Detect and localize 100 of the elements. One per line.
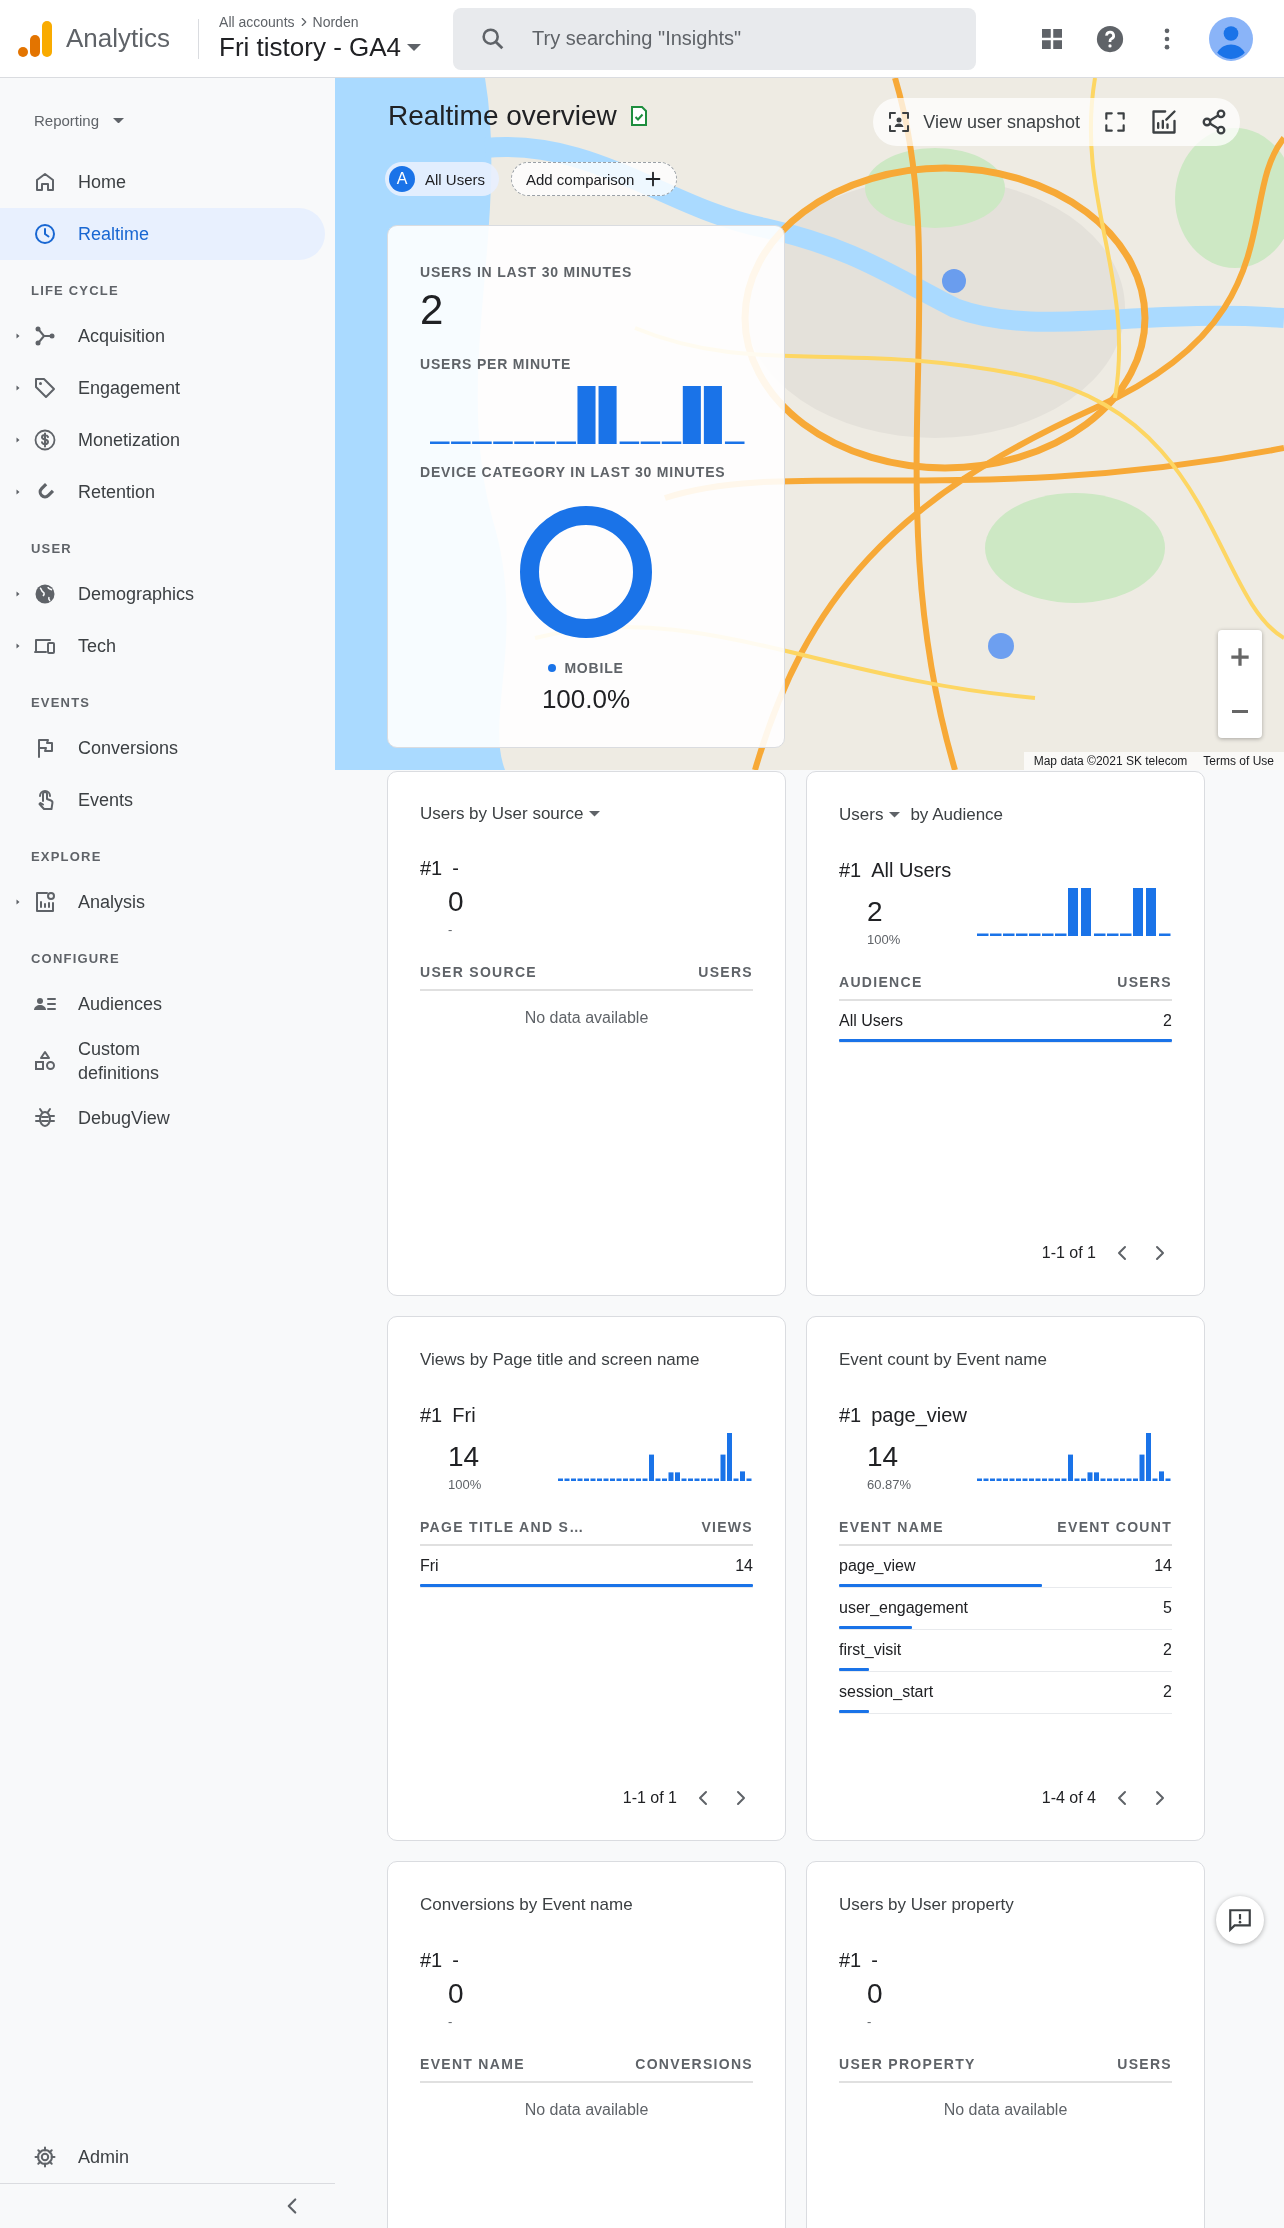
branch-icon — [33, 324, 57, 348]
top-share: - — [448, 2014, 454, 2030]
table-cell: page_view — [839, 1556, 916, 1576]
reporting-dropdown[interactable]: Reporting — [34, 112, 335, 129]
product-name: Analytics — [66, 23, 171, 54]
chart-bar — [1146, 888, 1156, 936]
property-selector[interactable]: Fri tistory - GA4 — [219, 32, 422, 63]
column-header: CONVERSIONS — [635, 2056, 753, 2072]
nav-item[interactable]: Tech — [0, 620, 325, 672]
table-cell: first_visit — [839, 1640, 902, 1660]
rank-label: #1 — [420, 1403, 443, 1427]
nav-item[interactable]: Admin — [0, 2131, 325, 2183]
pagination-label: 1-1 of 1 — [622, 1789, 677, 1807]
card-title: Users by User property — [839, 1894, 1014, 1916]
table-cell: 2 — [1163, 1640, 1172, 1660]
minus-icon — [1232, 709, 1248, 713]
tag-icon — [33, 376, 57, 400]
add-comparison-button[interactable]: Add comparison — [511, 162, 678, 196]
table-cell: 5 — [1163, 1598, 1172, 1618]
section-heading: EVENTS — [30, 694, 92, 712]
nav-item[interactable]: DebugView — [0, 1092, 325, 1144]
column-header: USER PROPERTY — [839, 2056, 976, 2072]
nav-item[interactable]: Retention — [0, 466, 325, 518]
nav-item[interactable]: Audiences — [0, 978, 325, 1030]
top-share: 100% — [448, 1477, 482, 1493]
page-title: Realtime overview — [388, 100, 617, 132]
edit-chart-icon[interactable] — [1150, 108, 1178, 136]
feedback-button[interactable] — [1216, 1896, 1264, 1944]
table-cell: 2 — [1163, 1682, 1172, 1702]
section-heading: CONFIGURE — [30, 950, 121, 968]
card-title: by Audience — [910, 804, 1004, 826]
share-icon[interactable] — [1200, 108, 1228, 136]
metric-dropdown[interactable]: Users by User source — [420, 804, 601, 824]
section-heading: LIFE CYCLE — [30, 282, 120, 300]
table-cell: 14 — [735, 1556, 753, 1576]
column-header: EVENT NAME — [839, 1519, 944, 1535]
column-header: PAGE TITLE AND S… — [420, 1519, 585, 1535]
top-share: 100% — [867, 932, 901, 948]
column-header: EVENT COUNT — [1057, 1519, 1172, 1535]
help-icon[interactable] — [1095, 23, 1125, 54]
top-value: 0 — [448, 886, 464, 918]
table-cell: session_start — [839, 1682, 934, 1702]
section-heading: EXPLORE — [30, 848, 103, 866]
metric-dropdown[interactable]: Users — [839, 805, 901, 825]
rank-label: #1 — [839, 1403, 862, 1427]
card-title: Event count by Event name — [839, 1349, 1047, 1371]
shapes-icon — [33, 1049, 57, 1073]
snapshot-button[interactable]: View user snapshot — [887, 110, 1080, 134]
segment-chip[interactable]: A All Users — [385, 162, 499, 196]
breadcrumb-link[interactable]: Norden — [312, 14, 359, 30]
avatar-icon[interactable] — [1209, 16, 1253, 61]
caret-icon — [889, 812, 901, 818]
table-cell: Fri — [420, 1556, 439, 1576]
metric-label: USERS PER MINUTE — [420, 355, 573, 374]
nav-item[interactable]: Conversions — [0, 722, 325, 774]
terms-link[interactable]: Terms of Use — [1203, 754, 1274, 768]
nav-item[interactable]: Realtime — [0, 208, 325, 260]
top-value: 14 — [448, 1441, 481, 1473]
metric-label: USERS IN LAST 30 MINUTES — [420, 263, 634, 282]
fullscreen-icon[interactable] — [1102, 109, 1128, 135]
nav-item[interactable]: Engagement — [0, 362, 325, 414]
feedback-icon — [1227, 1907, 1253, 1933]
top-share: - — [867, 2014, 873, 2030]
metric-label: DEVICE CATEGORY IN LAST 30 MINUTES — [420, 463, 727, 482]
nav-item[interactable]: Custom definitions — [0, 1030, 325, 1092]
nav-item[interactable]: Demographics — [0, 568, 325, 620]
top-item: - — [871, 1948, 878, 1972]
nav-item[interactable]: Acquisition — [0, 310, 325, 362]
home-icon — [33, 170, 57, 194]
chart-bar — [1159, 933, 1171, 936]
nav-item[interactable]: Home — [0, 156, 325, 208]
top-item: Fri — [452, 1403, 476, 1427]
card-title: Views by Page title and screen name — [420, 1349, 700, 1371]
nav-item[interactable]: Analysis — [0, 876, 325, 928]
chart-bar — [598, 386, 617, 444]
nav-item[interactable]: Events — [0, 774, 325, 826]
top-value: 0 — [867, 1978, 883, 2010]
top-item: - — [452, 856, 459, 880]
chart-bar — [1081, 888, 1091, 936]
pagination-label: 1-1 of 1 — [1041, 1244, 1096, 1262]
chart-bar — [724, 441, 745, 444]
breadcrumb-link[interactable]: All accounts — [219, 14, 295, 30]
caret-icon — [407, 44, 422, 51]
column-header: EVENT NAME — [420, 2056, 525, 2072]
rank-label: #1 — [420, 1948, 443, 1972]
nav-item[interactable]: Monetization — [0, 414, 325, 466]
top-value: 2 — [867, 896, 884, 928]
map-attribution: Map data ©2021 SK telecom — [1033, 754, 1188, 768]
search-field[interactable]: Try searching "Insights" — [453, 7, 977, 70]
table-cell: user_engagement — [839, 1598, 968, 1618]
section-heading: USER — [30, 540, 73, 558]
empty-message: No data available — [523, 1009, 650, 1027]
empty-message: No data available — [942, 2101, 1069, 2119]
segment-badge: A — [389, 166, 415, 192]
clock-icon — [33, 222, 57, 246]
top-item: - — [452, 1948, 459, 1972]
person-scan-icon — [887, 110, 912, 134]
table-cell: All Users — [839, 1011, 903, 1031]
rank-label: #1 — [839, 858, 862, 882]
legend-value: 100.0% — [541, 684, 631, 715]
